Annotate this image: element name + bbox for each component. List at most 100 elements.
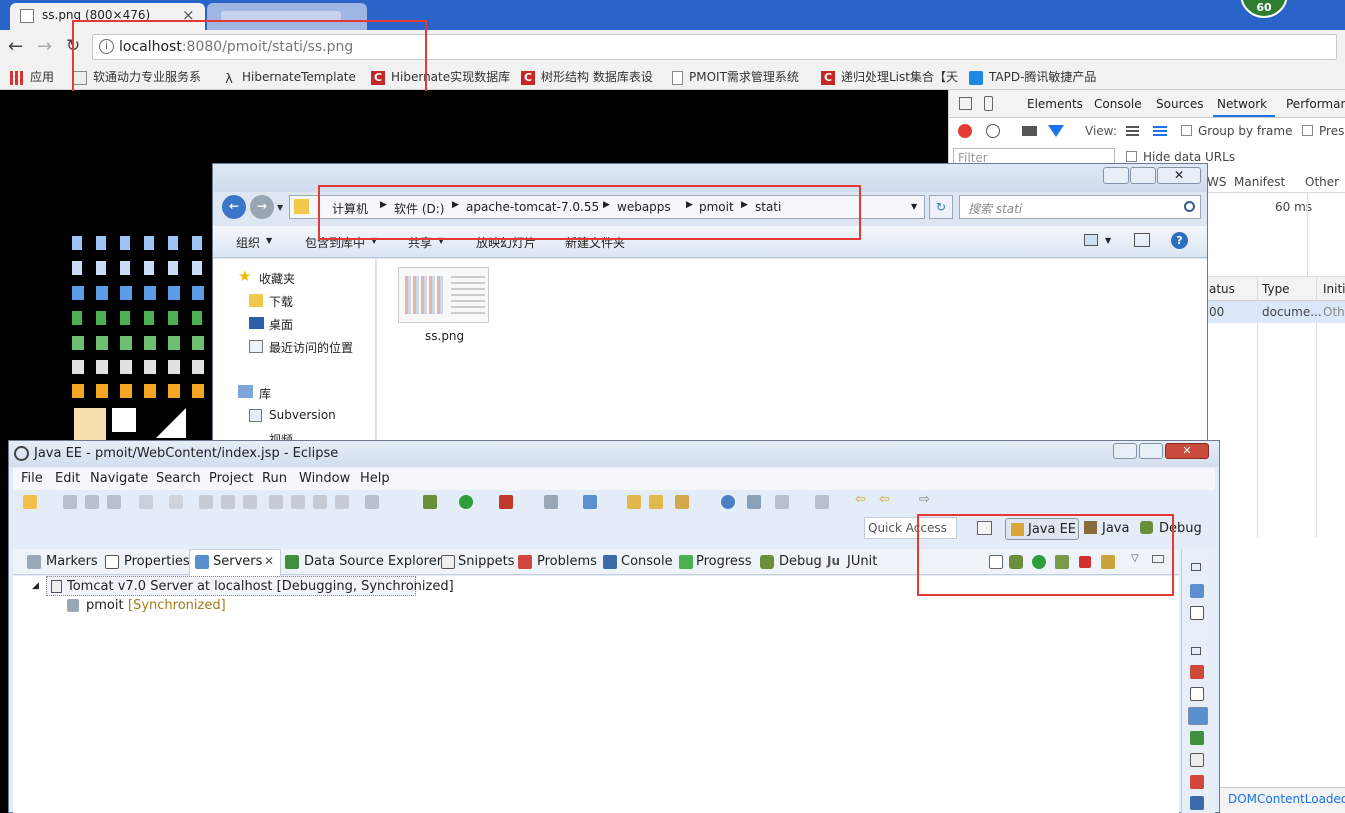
tab-debug[interactable]: Debug	[779, 554, 822, 569]
step-return-icon[interactable]	[313, 495, 327, 509]
trim-snippets-icon[interactable]	[1190, 753, 1204, 767]
run-icon[interactable]	[459, 495, 473, 509]
open-resource-icon[interactable]	[649, 495, 663, 509]
step-over-icon[interactable]	[291, 495, 305, 509]
filter-funnel-icon[interactable]	[1048, 125, 1064, 137]
view-dropdown-icon[interactable]: ▼	[1105, 236, 1111, 245]
print-icon[interactable]	[107, 495, 121, 509]
tab-snippets[interactable]: Snippets	[458, 554, 514, 569]
prev-annotation-icon[interactable]	[815, 495, 829, 509]
drop-frame-icon[interactable]	[335, 495, 349, 509]
library-header[interactable]: 库	[259, 385, 271, 402]
forward-icon[interactable]: →	[37, 36, 52, 57]
search-tool-icon[interactable]	[675, 495, 689, 509]
group-by-frame-checkbox[interactable]	[1181, 125, 1192, 136]
use-step-filters-icon[interactable]	[365, 495, 379, 509]
bookmark-6[interactable]: C 递归处理List集合【天	[821, 68, 958, 86]
forward-history-icon[interactable]: ⇨	[919, 492, 930, 507]
cmd-organize[interactable]: 组织	[236, 234, 260, 251]
menu-navigate[interactable]: Navigate	[90, 471, 148, 486]
binary-icon[interactable]	[139, 495, 153, 509]
change-view-icon[interactable]	[1084, 234, 1098, 246]
hide-data-urls-checkbox[interactable]	[1126, 151, 1137, 162]
bookmark-5[interactable]: PMOIT需求管理系统	[672, 68, 799, 86]
restore-icon[interactable]	[1130, 167, 1156, 184]
trim-task-icon[interactable]	[1190, 606, 1204, 620]
tab-markers[interactable]: Markers	[46, 554, 98, 569]
run-external-icon[interactable]	[499, 495, 513, 509]
menu-window[interactable]: Window	[299, 471, 350, 486]
nav-subversion[interactable]: Subversion	[269, 408, 336, 422]
devtools-tab-elements[interactable]: Elements	[1027, 97, 1083, 111]
debug-bug-icon[interactable]	[423, 495, 437, 509]
menu-project[interactable]: Project	[209, 471, 253, 486]
help-icon[interactable]: ?	[1171, 232, 1188, 249]
clear-icon[interactable]	[986, 124, 1000, 138]
tab-progress[interactable]: Progress	[696, 554, 751, 569]
type-filter-other[interactable]: Other	[1305, 175, 1339, 189]
new-class-icon[interactable]	[583, 495, 597, 509]
trim-properties-icon[interactable]	[1190, 687, 1204, 701]
resume-icon[interactable]	[199, 495, 213, 509]
bookmark-apps[interactable]: 应用	[10, 68, 54, 86]
bookmark-4[interactable]: C 树形结构 数据库表设	[521, 68, 653, 86]
eclipse-minimize-icon[interactable]	[1113, 443, 1137, 459]
preserve-log-checkbox[interactable]	[1302, 125, 1313, 136]
save-icon[interactable]	[63, 495, 77, 509]
col-status[interactable]: atus	[1209, 282, 1235, 296]
favorites-header[interactable]: 收藏夹	[259, 270, 295, 287]
refresh-icon[interactable]: ↻	[929, 195, 953, 219]
menu-edit[interactable]: Edit	[55, 471, 80, 486]
close-window-icon[interactable]: ✕	[1157, 167, 1201, 184]
menu-run[interactable]: Run	[262, 471, 287, 486]
next-annotation-icon[interactable]	[775, 495, 789, 509]
recent-pages-icon[interactable]: ▼	[277, 203, 283, 212]
explorer-search-input[interactable]: 搜索 stati	[959, 195, 1201, 219]
preview-pane-icon[interactable]	[1134, 233, 1150, 247]
back-history-icon[interactable]: ⇦	[879, 492, 890, 507]
back-icon[interactable]: ←	[8, 36, 23, 57]
devtools-tab-console[interactable]: Console	[1094, 97, 1142, 111]
breadcrumb-dropdown-icon[interactable]: ▼	[911, 202, 917, 211]
server-tree-item[interactable]: Tomcat v7.0 Server at localhost [Debuggi…	[46, 576, 454, 596]
trim-problems-icon[interactable]	[1190, 665, 1204, 679]
module-name[interactable]: pmoit	[86, 598, 124, 613]
type-filter-ws[interactable]: WS	[1207, 175, 1226, 189]
forward-nav-icon[interactable]: →	[250, 195, 274, 219]
suspend-icon[interactable]	[221, 495, 235, 509]
tab-servers[interactable]: Servers	[213, 554, 262, 569]
tab-junit[interactable]: JUnit	[847, 554, 877, 569]
waterfall-icon[interactable]	[1153, 125, 1167, 136]
expand-server-icon[interactable]: ◢	[32, 581, 39, 591]
search-icon[interactable]	[1184, 201, 1195, 212]
devtools-tab-sources[interactable]: Sources	[1156, 97, 1203, 111]
menu-file[interactable]: File	[21, 471, 43, 486]
nav-downloads[interactable]: 下载	[269, 293, 293, 310]
tab-console[interactable]: Console	[621, 554, 673, 569]
new-server-icon[interactable]	[544, 495, 558, 509]
tab-data-source-explorer[interactable]: Data Source Explorer	[304, 554, 442, 569]
devtools-tab-network[interactable]: Network	[1217, 97, 1267, 111]
bookmark-7[interactable]: TAPD-腾讯敏捷产品	[969, 68, 1096, 86]
tab-properties[interactable]: Properties	[124, 554, 190, 569]
last-edit-icon[interactable]: ⇦	[855, 492, 866, 507]
file-item[interactable]: ss.png	[396, 267, 492, 347]
record-icon[interactable]	[958, 124, 972, 138]
tab-problems[interactable]: Problems	[537, 554, 597, 569]
trim-servers-icon[interactable]	[1188, 707, 1208, 725]
device-icon[interactable]	[984, 96, 993, 111]
new-icon[interactable]	[23, 495, 37, 509]
large-rows-icon[interactable]	[1126, 125, 1139, 136]
skip-breakpoints-icon[interactable]	[169, 495, 183, 509]
eclipse-close-icon[interactable]: ✕	[1165, 443, 1209, 459]
trim-problems-icon-2[interactable]	[1190, 775, 1204, 789]
save-all-icon[interactable]	[85, 495, 99, 509]
step-into-icon[interactable]	[269, 495, 283, 509]
trim-datasource-icon[interactable]	[1190, 731, 1204, 745]
trim-restore-icon-1[interactable]	[1191, 563, 1201, 571]
web-browser-icon[interactable]	[721, 495, 735, 509]
open-type-icon[interactable]	[627, 495, 641, 509]
devtools-tab-performance[interactable]: Performance	[1286, 97, 1345, 111]
inspect-icon[interactable]	[959, 97, 972, 110]
minimize-icon[interactable]	[1103, 167, 1129, 184]
